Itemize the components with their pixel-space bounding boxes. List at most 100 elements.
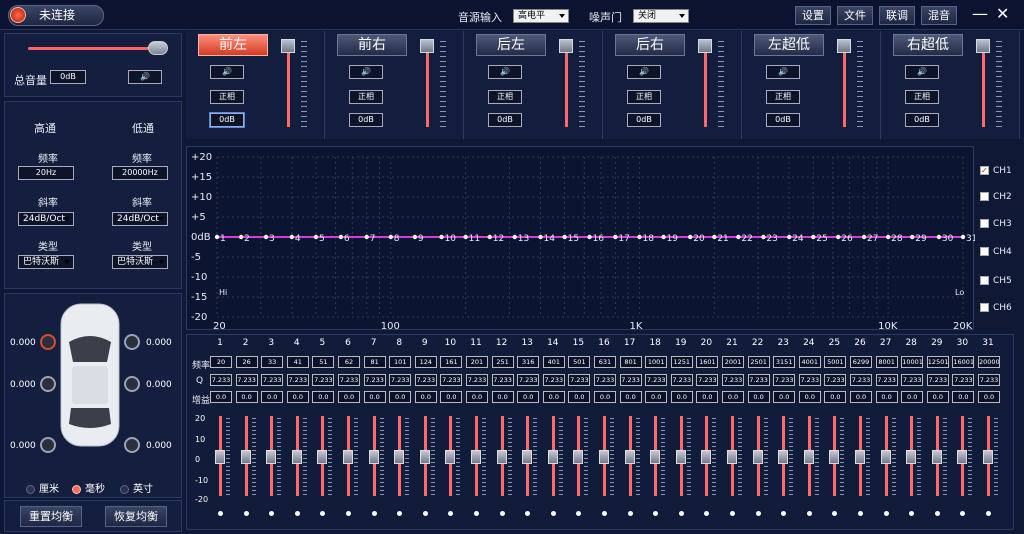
eq-q-input[interactable]: 7.233 [773,374,796,386]
sub-right-speaker[interactable] [124,437,140,453]
eq-q-input[interactable]: 7.233 [363,374,386,386]
eq-freq-input[interactable]: 401 [542,356,565,368]
eq-band-slider-knob[interactable] [368,450,379,464]
eq-gain-input[interactable]: 0.0 [389,391,412,403]
eq-q-input[interactable]: 7.233 [466,374,488,386]
band-point[interactable] [960,234,966,240]
band-point[interactable] [263,234,269,240]
eq-freq-input[interactable]: 631 [594,356,616,368]
eq-freq-input[interactable]: 2001 [722,356,744,368]
band-point[interactable] [613,234,618,240]
eq-q-input[interactable]: 7.233 [824,374,847,386]
eq-band-slider-knob[interactable] [906,450,917,464]
eq-freq-input[interactable]: 2501 [747,356,770,368]
eq-freq-input[interactable]: 1601 [696,356,719,368]
eq-band-dot[interactable] [858,511,863,516]
sub-left-speaker[interactable] [40,437,56,453]
master-volume-track[interactable] [28,47,150,50]
close-icon[interactable]: ✕ [996,5,1009,23]
eq-q-input[interactable]: 7.233 [312,374,335,386]
eq-q-input[interactable]: 7.233 [798,374,821,386]
file-button[interactable]: 文件 [837,6,873,25]
channel-volume-knob[interactable] [420,39,434,53]
eq-band-dot[interactable] [934,511,940,516]
eq-q-input[interactable]: 7.233 [875,374,898,386]
eq-band-slider-knob[interactable] [675,450,686,464]
front-left-speaker[interactable] [40,334,56,350]
eq-freq-input[interactable]: 3151 [773,356,796,368]
eq-gain-input[interactable]: 0.0 [517,391,540,403]
highpass-slope-select[interactable]: 24dB/Oct [18,212,74,226]
eq-band-dot[interactable] [806,511,812,516]
eq-band-slider-knob[interactable] [701,450,712,464]
highpass-type-select[interactable]: 巴特沃斯 [18,255,74,269]
eq-q-input[interactable]: 7.233 [286,374,309,386]
eq-gain-input[interactable]: 0.0 [696,391,719,403]
lowpass-freq-input[interactable]: 20000Hz [112,166,168,180]
noise-gate-select[interactable]: 关闭 [633,9,689,23]
eq-freq-input[interactable]: 1001 [645,356,668,368]
mix-button[interactable]: 混音 [921,6,957,25]
lowpass-slope-select[interactable]: 24dB/Oct [112,212,168,226]
eq-band-slider-knob[interactable] [829,450,840,464]
rear-left-speaker[interactable] [40,376,56,392]
eq-q-input[interactable]: 7.233 [850,374,872,386]
eq-q-input[interactable]: 7.233 [568,374,591,386]
legend-ch2[interactable]: CH2 [980,192,1024,202]
eq-gain-input[interactable]: 0.0 [338,391,360,403]
eq-band-slider-knob[interactable] [394,450,405,464]
eq-band-slider-knob[interactable] [983,450,993,464]
eq-q-input[interactable]: 7.233 [517,374,540,386]
restore-eq-button[interactable]: 恢复均衡 [105,506,167,527]
channel-gain-input[interactable]: 0dB [209,112,245,128]
channel-gain-input[interactable]: 0dB [349,113,383,127]
band-point[interactable] [936,234,942,240]
eq-q-input[interactable]: 7.233 [747,374,770,386]
eq-gain-input[interactable]: 0.0 [542,391,565,403]
source-input-select[interactable]: 高电平 [513,9,569,23]
eq-band-slider-knob[interactable] [650,450,661,464]
eq-band-dot[interactable] [550,511,556,516]
band-point[interactable] [661,234,666,240]
band-point[interactable] [487,234,492,240]
channel-phase-button[interactable]: 正相 [905,90,939,104]
eq-gain-input[interactable]: 0.0 [619,391,642,403]
eq-gain-input[interactable]: 0.0 [952,391,975,403]
eq-gain-input[interactable]: 0.0 [670,391,693,403]
rear-right-speaker[interactable] [124,376,140,392]
eq-freq-input[interactable]: 81 [363,356,386,368]
eq-gain-input[interactable]: 0.0 [901,391,924,403]
eq-gain-input[interactable]: 0.0 [466,391,488,403]
eq-freq-input[interactable]: 4001 [798,356,821,368]
band-point[interactable] [238,234,244,240]
eq-gain-input[interactable]: 0.0 [440,391,463,403]
channel-mute-button[interactable]: 🔊 [766,65,800,79]
eq-band-slider-knob[interactable] [573,450,584,464]
eq-q-input[interactable]: 7.233 [542,374,565,386]
eq-freq-input[interactable]: 41 [286,356,309,368]
channel-phase-button[interactable]: 正相 [627,90,661,104]
eq-band-dot[interactable] [755,511,761,516]
channel-volume-knob[interactable] [698,39,712,53]
channel-select-button[interactable]: 后右 [615,34,685,56]
eq-band-slider-knob[interactable] [215,450,225,464]
eq-freq-input[interactable]: 201 [466,356,488,368]
channel-mute-button[interactable]: 🔊 [905,65,939,79]
eq-band-slider-knob[interactable] [419,450,430,464]
eq-gain-input[interactable]: 0.0 [978,391,1000,403]
eq-gain-input[interactable]: 0.0 [875,391,898,403]
band-point[interactable] [214,234,220,240]
band-point[interactable] [562,234,567,240]
band-point[interactable] [786,234,792,240]
channel-select-button[interactable]: 前左 [198,34,268,56]
eq-band-slider-knob[interactable] [727,450,737,464]
eq-gain-input[interactable]: 0.0 [645,391,668,403]
eq-band-slider-knob[interactable] [547,450,558,464]
channel-phase-button[interactable]: 正相 [210,90,244,104]
eq-band-dot[interactable] [422,511,428,516]
eq-gain-input[interactable]: 0.0 [235,391,258,403]
eq-freq-input[interactable]: 101 [389,356,412,368]
eq-band-slider-knob[interactable] [752,450,763,464]
eq-freq-input[interactable]: 10001 [901,356,924,368]
eq-band-slider-knob[interactable] [291,450,302,464]
